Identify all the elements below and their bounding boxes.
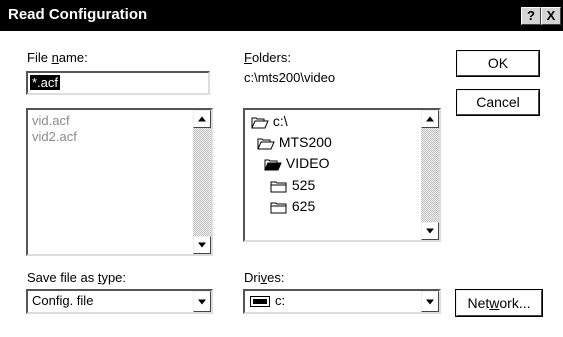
drives-value: c: [275,293,286,308]
folder-scroll-down-button[interactable] [421,222,439,240]
drive-icon [250,296,270,307]
file-name-value: *.acf [30,75,61,90]
title-bar[interactable]: Read Configuration ? X [0,0,563,31]
help-button[interactable]: ? [521,7,541,25]
save-type-label: Save file as type: [27,270,127,285]
folder-item-video[interactable]: VIDEO [264,155,329,171]
folder-item-625[interactable]: 625 [270,198,315,214]
scroll-up-arrow-icon [198,116,206,122]
file-list[interactable]: vid.acf vid2.acf [26,108,213,256]
closed-folder-icon [270,181,287,193]
current-folder-path: c:\mts200\video [244,70,336,85]
folder-tree-scrollbar[interactable] [421,110,439,240]
folder-item-525[interactable]: 525 [270,177,315,193]
save-type-select[interactable]: Config. file [26,289,213,314]
save-type-dropdown-button[interactable] [193,291,211,312]
file-item-vid2-acf[interactable]: vid2.acf [32,129,77,145]
drives-select[interactable]: c: [243,289,441,314]
scroll-down-button[interactable] [193,236,211,254]
scroll-down-arrow-icon [426,228,434,234]
scroll-up-arrow-icon [426,116,434,122]
file-item-vid-acf[interactable]: vid.acf [32,113,77,129]
drives-dropdown-button[interactable] [421,291,439,312]
chevron-down-icon [426,299,434,304]
closed-folder-icon [270,202,287,214]
chevron-down-icon [198,299,206,304]
open-folder-icon [257,138,275,150]
file-list-items: vid.acf vid2.acf [32,113,77,145]
scroll-down-arrow-icon [198,242,206,248]
scroll-up-button[interactable] [193,110,211,128]
ok-button[interactable]: OK [456,50,540,77]
folder-item-mts200[interactable]: MTS200 [257,134,332,150]
folders-label: Folders: [244,50,291,65]
cancel-button[interactable]: Cancel [456,89,540,116]
save-type-value: Config. file [32,293,94,308]
dialog-title: Read Configuration [8,6,148,23]
file-list-scrollbar[interactable] [193,110,211,254]
open-folder-icon [251,117,269,129]
folder-tree[interactable]: c:\ MTS200 VIDEO 525 625 [243,108,441,242]
open-folder-icon [264,159,282,171]
folder-scroll-up-button[interactable] [421,110,439,128]
close-button[interactable]: X [541,7,561,25]
drives-label: Drives: [244,270,285,285]
file-name-input[interactable]: *.acf [26,71,210,95]
folder-item-c[interactable]: c:\ [251,113,288,129]
file-name-label: File name: [27,50,88,65]
network-button[interactable]: Network... [455,289,543,317]
read-configuration-dialog: Read Configuration ? X File name: *.acf … [0,0,563,337]
